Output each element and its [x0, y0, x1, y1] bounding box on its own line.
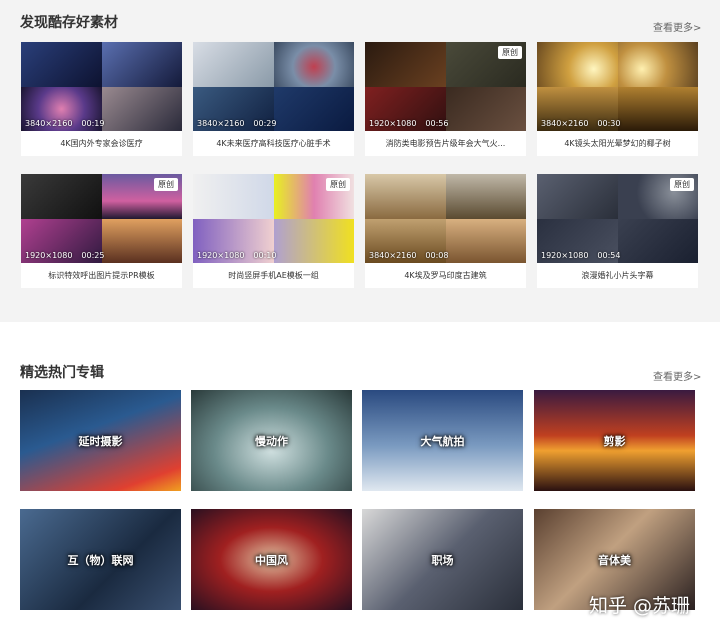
video-caption: 4K埃及罗马印度古建筑 — [404, 271, 487, 280]
video-caption: 消防类电影预告片级年会大气火... — [385, 139, 506, 148]
view-more-link[interactable]: 查看更多> — [653, 19, 701, 34]
video-card[interactable]: 3840×2160 00:08 4K埃及罗马印度古建筑 — [365, 174, 526, 288]
album-card[interactable]: 慢动作 — [191, 390, 352, 491]
video-thumbnail: 3840×2160 00:29 — [193, 42, 354, 131]
album-card[interactable]: 剪影 — [534, 390, 695, 491]
video-thumbnail: 原创 1920×1080 00:54 — [537, 174, 698, 263]
video-meta: 3840×2160 00:29 — [197, 119, 277, 128]
video-caption: 标识特效呼出图片提示PR模板 — [48, 271, 155, 280]
original-badge: 原创 — [498, 46, 522, 59]
video-thumbnail: 3840×2160 00:08 — [365, 174, 526, 263]
video-caption: 4K镜头太阳光晕梦幻的椰子树 — [564, 139, 671, 148]
video-thumbnail: 原创 1920×1080 00:56 — [365, 42, 526, 131]
album-label: 剪影 — [603, 434, 626, 448]
video-card[interactable]: 3840×2160 00:30 4K镜头太阳光晕梦幻的椰子树 — [537, 42, 698, 156]
album-card[interactable]: 延时摄影 — [20, 390, 181, 491]
video-card[interactable]: 原创 1920×1080 00:54 浪漫婚礼小片头字幕 — [537, 174, 698, 288]
video-meta: 1920×1080 00:56 — [369, 119, 449, 128]
video-meta: 1920×1080 00:54 — [541, 251, 621, 260]
zhihu-watermark: 知乎 @苏珊 — [589, 595, 691, 617]
album-card[interactable]: 职场 — [362, 509, 523, 610]
video-meta: 3840×2160 00:19 — [25, 119, 105, 128]
video-card[interactable]: 3840×2160 00:29 4K未来医疗高科技医疗心脏手术 — [193, 42, 354, 156]
album-label: 延时摄影 — [78, 434, 123, 448]
album-label: 互（物）联网 — [67, 553, 134, 567]
section-title: 发现酷存好素材 — [20, 15, 118, 31]
album-card[interactable]: 大气航拍 — [362, 390, 523, 491]
discover-section: 发现酷存好素材 查看更多> 3840×2160 00:19 4K国内外专家会诊医疗… — [0, 0, 720, 322]
video-thumbnail: 3840×2160 00:19 — [21, 42, 182, 131]
album-label: 慢动作 — [255, 434, 288, 448]
original-badge: 原创 — [326, 178, 350, 191]
album-card[interactable]: 中国风 — [191, 509, 352, 610]
video-meta: 1920×1080 00:10 — [197, 251, 277, 260]
video-card[interactable]: 3840×2160 00:19 4K国内外专家会诊医疗 — [21, 42, 182, 156]
section-title: 精选热门专辑 — [20, 365, 104, 381]
album-label: 职场 — [431, 553, 454, 567]
album-label: 中国风 — [255, 553, 288, 567]
video-caption: 浪漫婚礼小片头字幕 — [581, 271, 654, 280]
video-thumbnail: 原创 1920×1080 00:25 — [21, 174, 182, 263]
hot-albums-section: 精选热门专辑 查看更多> 延时摄影 慢动作 大气航拍 剪影 互（物）联网 中国风… — [0, 322, 720, 635]
video-meta: 3840×2160 00:30 — [541, 119, 621, 128]
video-caption: 时尚竖屏手机AE模板一组 — [228, 271, 319, 280]
video-caption: 4K未来医疗高科技医疗心脏手术 — [216, 139, 331, 148]
video-card[interactable]: 原创 1920×1080 00:25 标识特效呼出图片提示PR模板 — [21, 174, 182, 288]
album-card[interactable]: 互（物）联网 — [20, 509, 181, 610]
video-card[interactable]: 原创 1920×1080 00:10 时尚竖屏手机AE模板一组 — [193, 174, 354, 288]
view-more-link[interactable]: 查看更多> — [653, 368, 701, 383]
original-badge: 原创 — [154, 178, 178, 191]
original-badge: 原创 — [670, 178, 694, 191]
video-thumbnail: 3840×2160 00:30 — [537, 42, 698, 131]
video-caption: 4K国内外专家会诊医疗 — [60, 139, 143, 148]
video-meta: 3840×2160 00:08 — [369, 251, 449, 260]
video-meta: 1920×1080 00:25 — [25, 251, 105, 260]
album-label: 大气航拍 — [420, 434, 465, 448]
video-card[interactable]: 原创 1920×1080 00:56 消防类电影预告片级年会大气火... — [365, 42, 526, 156]
video-thumbnail: 原创 1920×1080 00:10 — [193, 174, 354, 263]
